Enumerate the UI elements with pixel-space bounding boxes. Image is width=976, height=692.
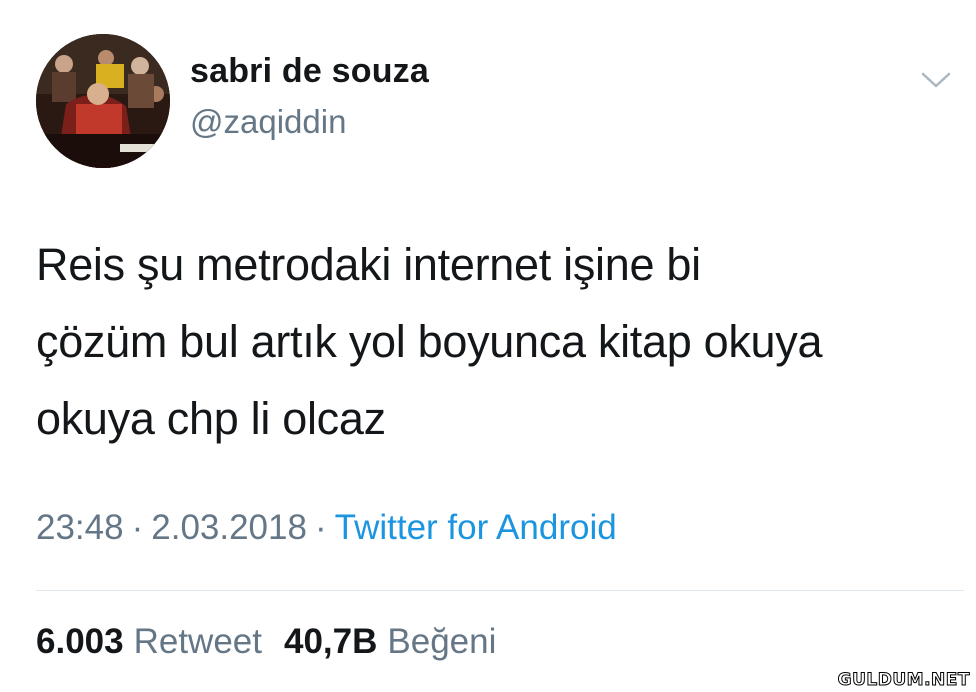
profile-photo-icon (36, 34, 170, 168)
tweet-date[interactable]: 2.03.2018 (151, 508, 307, 547)
tweet-text-line: Reis şu metrodaki internet işine bi (36, 239, 701, 290)
retweet-stat[interactable]: 6.003 Retweet (36, 622, 262, 661)
retweet-count: 6.003 (36, 622, 124, 661)
chevron-down-icon[interactable] (918, 66, 954, 94)
tweet-meta: 23:48 · 2.03.2018 · Twitter for Android (36, 508, 617, 548)
like-count: 40,7B (284, 622, 378, 661)
display-name[interactable]: sabri de souza (190, 52, 429, 91)
user-handle[interactable]: @zaqiddin (190, 103, 346, 141)
tweet-text-line: okuya chp li olcaz (36, 393, 386, 444)
divider (36, 590, 964, 591)
avatar[interactable] (36, 34, 170, 168)
watermark: GULDUM.NET (835, 670, 972, 691)
meta-separator: · (131, 508, 144, 547)
tweet-stats: 6.003 Retweet 40,7B Beğeni (36, 622, 496, 662)
tweet-text-line: çözüm bul artık yol boyunca kitap okuya (36, 316, 823, 367)
meta-separator: · (314, 508, 327, 547)
tweet-source-link[interactable]: Twitter for Android (335, 508, 617, 547)
like-label: Beğeni (387, 622, 497, 661)
retweet-label: Retweet (133, 622, 262, 661)
tweet-text: Reis şu metrodaki internet işine bi çözü… (36, 226, 956, 457)
tweet-card: sabri de souza @zaqiddin Reis şu metroda… (0, 0, 976, 692)
like-stat[interactable]: 40,7B Beğeni (284, 622, 496, 661)
tweet-time[interactable]: 23:48 (36, 508, 124, 547)
